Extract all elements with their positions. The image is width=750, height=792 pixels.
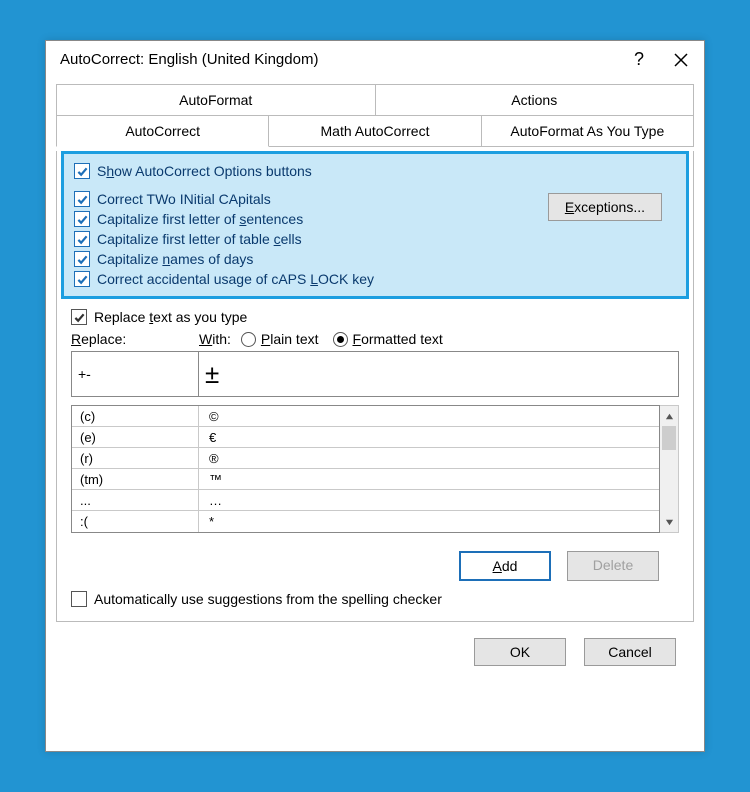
use-spelling-suggestions[interactable]: Automatically use suggestions from the s… xyxy=(71,591,679,607)
with-input[interactable]: ± xyxy=(199,351,679,397)
tabs-row-upper: AutoFormat Actions xyxy=(56,84,694,115)
tab-autoformat-as-you-type[interactable]: AutoFormat As You Type xyxy=(482,115,694,147)
scroll-down-icon[interactable] xyxy=(660,512,678,532)
option-two-initial-caps[interactable]: Correct TWo INitial CApitals xyxy=(74,189,548,209)
scroll-up-icon[interactable] xyxy=(660,406,678,426)
replace-as-you-type[interactable]: Replace text as you type xyxy=(71,309,679,325)
field-labels-row: Replace: With: Plain text Formatted text xyxy=(71,331,679,347)
tab-actions[interactable]: Actions xyxy=(376,84,695,115)
tab-autocorrect[interactable]: AutoCorrect xyxy=(56,115,269,147)
option-label: Capitalize first letter of table cells xyxy=(97,231,302,247)
checkbox-icon[interactable] xyxy=(71,309,87,325)
dialog-footer: OK Cancel xyxy=(56,622,694,666)
titlebar: AutoCorrect: English (United Kingdom) ? xyxy=(46,41,704,78)
checkbox-icon[interactable] xyxy=(74,231,90,247)
table-row[interactable]: :(* xyxy=(72,511,659,532)
with-label: With: xyxy=(199,331,231,347)
with-format-radio-group: Plain text Formatted text xyxy=(241,331,443,347)
replace-label: Replace: xyxy=(71,331,199,347)
radio-label: Plain text xyxy=(261,331,319,347)
replace-input[interactable] xyxy=(71,351,199,397)
help-icon[interactable]: ? xyxy=(634,49,644,70)
scroll-thumb[interactable] xyxy=(662,426,676,450)
tabs-row-lower: AutoCorrect Math AutoCorrect AutoFormat … xyxy=(56,115,694,147)
checkbox-icon[interactable] xyxy=(71,591,87,607)
entries-scrollbar[interactable] xyxy=(660,405,679,533)
checkbox-icon[interactable] xyxy=(74,251,90,267)
tab-autoformat[interactable]: AutoFormat xyxy=(56,84,376,115)
option-label: Show AutoCorrect Options buttons xyxy=(97,163,312,179)
autocorrect-entries-table: (c)© (e)€ (r)® (tm)™ ...… :(* xyxy=(71,405,679,533)
table-row[interactable]: (tm)™ xyxy=(72,469,659,490)
cancel-button[interactable]: Cancel xyxy=(584,638,676,666)
entries-list[interactable]: (c)© (e)€ (r)® (tm)™ ...… :(* xyxy=(71,405,660,533)
autocorrect-dialog: AutoCorrect: English (United Kingdom) ? … xyxy=(45,40,705,752)
option-capitalize-table-cells[interactable]: Capitalize first letter of table cells xyxy=(74,229,548,249)
checkbox-icon[interactable] xyxy=(74,211,90,227)
checkbox-icon[interactable] xyxy=(74,191,90,207)
suggestion-label: Automatically use suggestions from the s… xyxy=(94,591,442,607)
checkbox-icon[interactable] xyxy=(74,163,90,179)
radio-plain-text[interactable]: Plain text xyxy=(241,331,319,347)
replace-header-label: Replace text as you type xyxy=(94,309,247,325)
option-label: Capitalize names of days xyxy=(97,251,253,267)
radio-formatted-text[interactable]: Formatted text xyxy=(333,331,443,347)
option-label: Capitalize first letter of sentences xyxy=(97,211,303,227)
option-label: Correct TWo INitial CApitals xyxy=(97,191,271,207)
add-delete-row: Add Delete xyxy=(71,551,679,581)
delete-button: Delete xyxy=(567,551,659,581)
checkbox-icon[interactable] xyxy=(74,271,90,287)
replace-inputs: ± xyxy=(71,351,679,397)
options-highlight-box: Show AutoCorrect Options buttons Correct… xyxy=(61,151,689,299)
table-row[interactable]: (e)€ xyxy=(72,427,659,448)
replace-section: Replace text as you type Replace: With: … xyxy=(71,309,679,607)
table-row[interactable]: (r)® xyxy=(72,448,659,469)
table-row[interactable]: (c)© xyxy=(72,406,659,427)
tab-math-autocorrect[interactable]: Math AutoCorrect xyxy=(269,115,481,147)
radio-label: Formatted text xyxy=(353,331,443,347)
close-icon[interactable] xyxy=(672,51,690,69)
add-button[interactable]: Add xyxy=(459,551,551,581)
option-capitalize-sentences[interactable]: Capitalize first letter of sentences xyxy=(74,209,548,229)
option-label: Correct accidental usage of cAPS LOCK ke… xyxy=(97,271,374,287)
option-capitalize-days[interactable]: Capitalize names of days xyxy=(74,249,548,269)
dialog-title: AutoCorrect: English (United Kingdom) xyxy=(60,51,634,68)
table-row[interactable]: ...… xyxy=(72,490,659,511)
option-caps-lock[interactable]: Correct accidental usage of cAPS LOCK ke… xyxy=(74,269,548,289)
option-show-buttons[interactable]: Show AutoCorrect Options buttons xyxy=(74,161,548,181)
tab-panel-autocorrect: Show AutoCorrect Options buttons Correct… xyxy=(56,151,694,622)
exceptions-button[interactable]: Exceptions... xyxy=(548,193,662,221)
ok-button[interactable]: OK xyxy=(474,638,566,666)
scroll-track[interactable] xyxy=(660,426,678,512)
